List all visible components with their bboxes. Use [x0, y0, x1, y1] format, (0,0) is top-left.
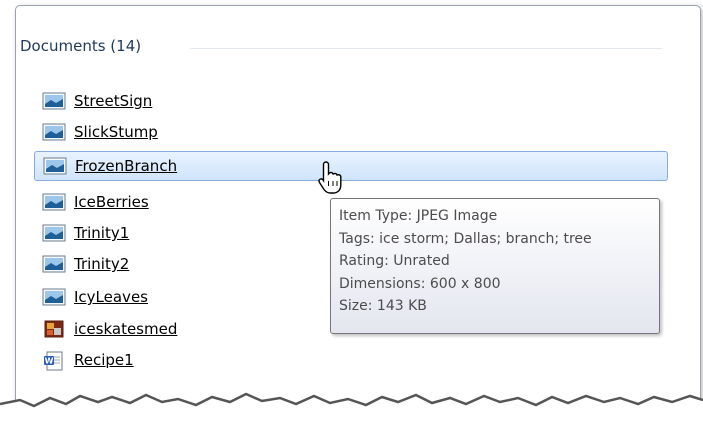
image-file-icon [42, 193, 66, 211]
file-name: Trinity1 [74, 224, 130, 242]
tooltip-rating: Rating: Unrated [339, 253, 450, 269]
tooltip-dimensions: Dimensions: 600 x 800 [339, 275, 501, 292]
file-name: SlickStump [74, 123, 158, 141]
list-item-selected[interactable]: FrozenBranch [34, 151, 668, 181]
photo-file-icon [42, 320, 66, 338]
list-item[interactable]: StreetSign [36, 88, 666, 114]
file-info-tooltip: Item Type: JPEG Image Tags: ice storm; D… [330, 198, 660, 334]
torn-edge-decoration [0, 392, 703, 426]
tooltip-item-type: Item Type: JPEG Image [339, 208, 498, 224]
tooltip-tags: Tags: ice storm; Dallas; branch; tree [339, 230, 592, 247]
file-name: iceskatesmed [74, 320, 178, 338]
image-file-icon [42, 288, 66, 306]
group-divider [190, 48, 662, 49]
hand-cursor-icon [315, 160, 349, 196]
file-name: IceBerries [74, 193, 149, 211]
svg-text:W: W [45, 357, 54, 366]
list-item[interactable]: W Recipe1 [36, 347, 666, 373]
image-file-icon [42, 92, 66, 110]
image-file-icon [42, 255, 66, 273]
file-name: StreetSign [74, 92, 153, 110]
word-document-icon: W [42, 351, 66, 371]
file-name: FrozenBranch [75, 157, 178, 175]
image-file-icon [42, 224, 66, 242]
file-name: IcyLeaves [74, 288, 148, 306]
list-item[interactable]: SlickStump [36, 119, 666, 145]
tooltip-size: Size: 143 KB [339, 298, 427, 314]
image-file-icon [43, 157, 67, 175]
file-name: Trinity2 [74, 255, 130, 273]
file-name: Recipe1 [74, 351, 134, 369]
group-header[interactable]: Documents (14) [20, 37, 141, 55]
image-file-icon [42, 123, 66, 141]
